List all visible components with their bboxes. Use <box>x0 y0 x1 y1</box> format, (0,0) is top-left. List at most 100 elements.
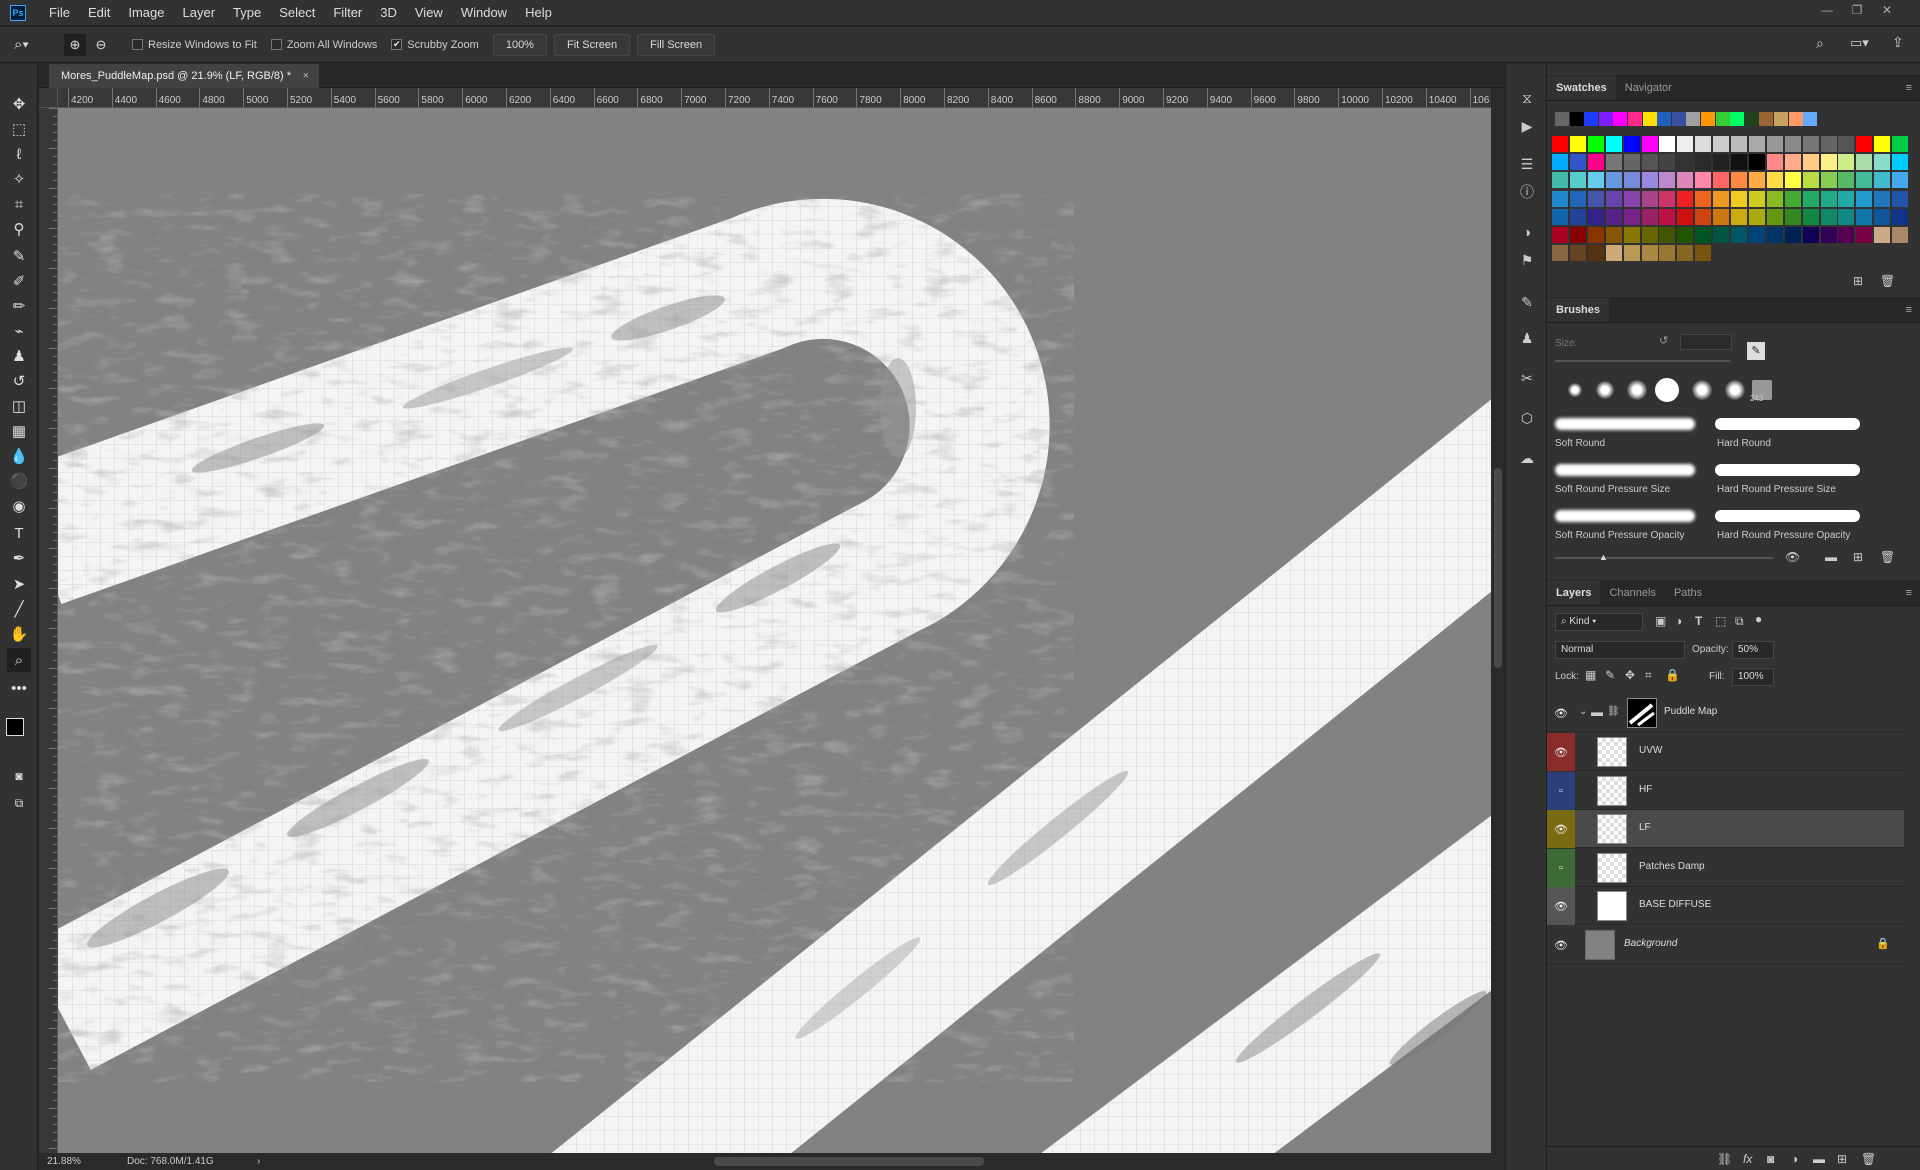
brush-soft-round-pressure-size[interactable]: Soft Round Pressure Size <box>1555 484 1670 495</box>
swatch[interactable] <box>1856 172 1873 189</box>
swatch[interactable] <box>1605 227 1622 243</box>
zoom-all-windows-checkbox[interactable]: Zoom All Windows <box>270 39 377 51</box>
recent-swatch[interactable] <box>1555 112 1569 126</box>
swatch[interactable] <box>1677 227 1694 243</box>
swatch[interactable] <box>1695 172 1712 189</box>
lock-image-icon[interactable]: ✎ <box>1605 668 1615 682</box>
hard-round-pressure-size-stroke[interactable] <box>1715 464 1860 476</box>
new-brush-preset-icon[interactable]: ✎ <box>1747 342 1765 360</box>
swatch[interactable] <box>1569 154 1586 171</box>
swatch[interactable] <box>1623 245 1640 262</box>
layer-row[interactable]: 👁 UVW <box>1547 733 1904 771</box>
layer-filter-kind[interactable]: ⌕ Kind ▾ <box>1555 613 1643 631</box>
layer-style-fx-icon[interactable]: fx <box>1743 1152 1752 1166</box>
swatch[interactable] <box>1820 190 1837 207</box>
scrollbar-thumb[interactable] <box>1494 468 1502 668</box>
swatch[interactable] <box>1569 227 1586 243</box>
hard-round-pressure-opacity-stroke[interactable] <box>1715 510 1860 522</box>
visibility-off-icon[interactable]: ▫ <box>1547 771 1575 810</box>
workspace-icon[interactable]: ▭▾ <box>1850 35 1869 51</box>
tab-layers[interactable]: Layers <box>1547 581 1601 605</box>
swatch[interactable] <box>1623 136 1640 152</box>
tab-paths[interactable]: Paths <box>1665 581 1711 605</box>
menu-view[interactable]: View <box>406 0 452 26</box>
tab-swatches[interactable]: Swatches <box>1547 76 1616 100</box>
group-mask-thumbnail[interactable] <box>1627 698 1657 728</box>
swatch[interactable] <box>1802 172 1819 189</box>
swatch[interactable] <box>1731 227 1747 243</box>
menu-select[interactable]: Select <box>270 0 324 26</box>
swatch[interactable] <box>1892 136 1909 152</box>
swatch[interactable] <box>1892 208 1909 225</box>
swatch[interactable] <box>1802 227 1819 243</box>
brush-preset-tip[interactable] <box>1655 378 1679 402</box>
swatch[interactable] <box>1569 208 1586 225</box>
lock-transparent-icon[interactable]: ▦ <box>1585 668 1596 682</box>
swatch[interactable] <box>1552 227 1568 243</box>
vertical-ruler[interactable] <box>39 108 58 1153</box>
swatch[interactable] <box>1677 154 1694 171</box>
swatch[interactable] <box>1784 227 1801 243</box>
swatch[interactable] <box>1569 245 1586 262</box>
swatch[interactable] <box>1569 172 1586 189</box>
gradient-tool-icon[interactable]: ▦ <box>7 419 31 443</box>
swatch[interactable] <box>1802 154 1819 171</box>
swatch[interactable] <box>1748 172 1765 189</box>
swatch[interactable] <box>1569 136 1586 152</box>
fill-input[interactable]: 100% <box>1732 668 1774 686</box>
swatch[interactable] <box>1552 154 1568 171</box>
zoom-tool-icon[interactable]: ⌕ <box>7 648 31 672</box>
recent-swatch[interactable] <box>1569 112 1584 126</box>
swatch[interactable] <box>1623 172 1640 189</box>
horizontal-scrollbar-thumb[interactable] <box>714 1157 984 1166</box>
swatch[interactable] <box>1659 154 1676 171</box>
swatch[interactable] <box>1623 208 1640 225</box>
swatch[interactable] <box>1695 245 1712 262</box>
swatch[interactable] <box>1605 136 1622 152</box>
close-tab-icon[interactable]: × <box>303 64 309 88</box>
filter-adjustment-icon[interactable]: ◑ <box>1675 614 1682 628</box>
swatch[interactable] <box>1677 172 1694 189</box>
actions-play-icon[interactable]: ▶ <box>1517 116 1537 136</box>
lasso-tool-icon[interactable]: ℓ <box>7 142 31 166</box>
document-tab[interactable]: Mores_PuddleMap.psd @ 21.9% (LF, RGB/8) … <box>49 64 319 88</box>
adjustments-icon[interactable]: ◑ <box>1517 222 1537 242</box>
swatch[interactable] <box>1552 245 1568 262</box>
swatch[interactable] <box>1802 136 1819 152</box>
menu-edit[interactable]: Edit <box>79 0 119 26</box>
swatch[interactable] <box>1641 208 1658 225</box>
swatch[interactable] <box>1713 136 1730 152</box>
swatch[interactable] <box>1874 227 1891 243</box>
swatch[interactable] <box>1856 136 1873 152</box>
recent-swatch[interactable] <box>1628 112 1642 126</box>
swatch[interactable] <box>1641 154 1658 171</box>
swatch[interactable] <box>1731 190 1747 207</box>
brush-preset-tip[interactable] <box>1596 381 1614 399</box>
menu-file[interactable]: File <box>40 0 79 26</box>
fill-screen-button[interactable]: Fill Screen <box>637 33 716 56</box>
swatch[interactable] <box>1695 208 1712 225</box>
swatch[interactable] <box>1874 136 1891 152</box>
swatch[interactable] <box>1802 208 1819 225</box>
recent-swatch[interactable] <box>1803 112 1818 126</box>
minimize-icon[interactable]: — <box>1816 0 1838 22</box>
swatch[interactable] <box>1838 208 1855 225</box>
swatch[interactable] <box>1641 136 1658 152</box>
swatch[interactable] <box>1766 136 1783 152</box>
swatch[interactable] <box>1838 190 1855 207</box>
blur-tool-icon[interactable]: 💧 <box>7 444 31 468</box>
delete-layer-icon[interactable]: 🗑 <box>1861 1152 1876 1166</box>
add-mask-icon[interactable]: ◙ <box>1767 1152 1774 1166</box>
swatch[interactable] <box>1587 154 1604 171</box>
swatch[interactable] <box>1874 154 1891 171</box>
menu-image[interactable]: Image <box>119 0 173 26</box>
blend-mode-select[interactable]: Normal <box>1555 641 1685 659</box>
brush-preset-tip[interactable] <box>1725 380 1745 400</box>
stamp-tool-icon[interactable]: ♟ <box>7 344 31 368</box>
swatch[interactable] <box>1892 154 1909 171</box>
recent-swatch[interactable] <box>1613 112 1628 126</box>
swatch[interactable] <box>1856 190 1873 207</box>
zoom-out-icon[interactable]: ⊖ <box>90 34 112 56</box>
swatch[interactable] <box>1713 190 1730 207</box>
swatch[interactable] <box>1605 154 1622 171</box>
